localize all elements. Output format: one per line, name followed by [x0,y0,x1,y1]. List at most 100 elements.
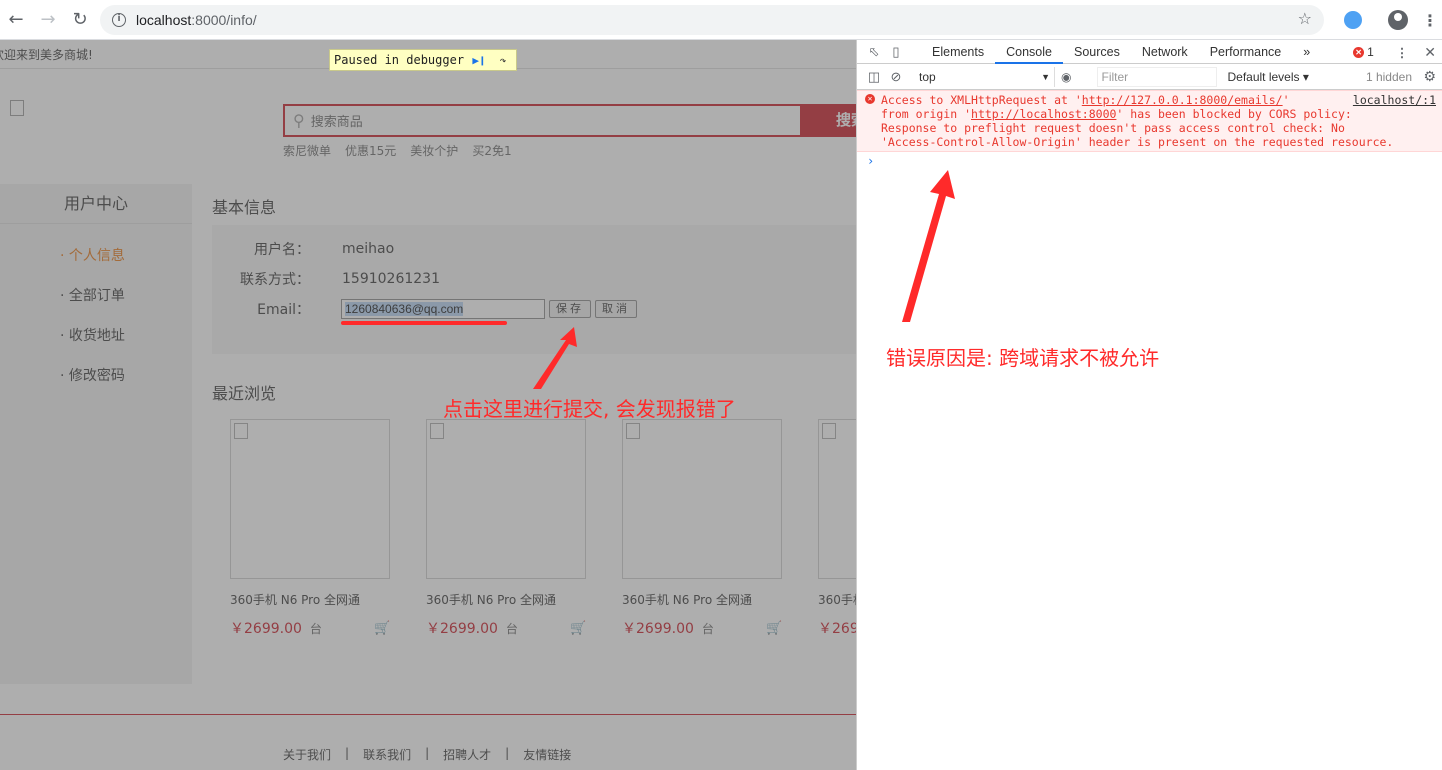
product-name[interactable]: 360手机 N6 Pro 全网通 [426,591,586,608]
hot-link[interactable]: 美妆个护 [410,142,458,159]
basic-info-panel: 用户名： meihao 联系方式： 15910261231 Email： 126… [212,225,856,354]
hot-search-links: 索尼微单 优惠15元 美妆个护 买2免1 [283,142,512,159]
extension-icon[interactable] [1344,11,1362,29]
tab-network[interactable]: Network [1131,40,1199,64]
site-logo-broken-image[interactable] [10,100,24,116]
phone-row: 联系方式： 15910261231 [212,267,856,291]
product-image[interactable] [818,419,856,579]
device-toolbar-icon[interactable]: ▯ [885,41,907,63]
search-icon: ⚲ [293,111,305,130]
product-image[interactable] [426,419,586,579]
console-prompt[interactable]: › [857,152,1442,168]
username-value: meihao [342,241,395,257]
username-label: 用户名： [254,242,310,258]
product-name[interactable]: 360手机 N6 Pro 全网通 [230,591,390,608]
inspect-element-icon[interactable]: ⬁ [863,41,885,63]
live-expression-eye-icon[interactable]: ◉ [1061,70,1071,84]
tab-performance[interactable]: Performance [1199,40,1293,64]
sidebar-item-password[interactable]: · 修改密码 [0,356,192,396]
error-icon: ✕ [1353,46,1365,58]
recent-browse-title: 最近浏览 [212,384,277,403]
product-name[interactable]: 360手机 N6 Pro 全网通 [622,591,782,608]
bookmark-star-icon[interactable]: ☆ [1298,9,1312,28]
product-unit: 台 [505,621,518,636]
footer-separator: | [425,746,430,760]
product-price: ￥2699.00 [426,621,498,637]
add-to-cart-icon[interactable]: 🛒 [766,621,782,636]
cancel-button[interactable]: 取消 [595,300,637,318]
sidebar-title: 用户中心 [0,184,192,224]
hot-link[interactable]: 优惠15元 [345,142,396,159]
devtools-panel: ⬁ ▯ Elements Console Sources Network Per… [856,40,1442,770]
footer-links: 关于我们 | 联系我们 | 招聘人才 | 友情链接 [283,746,571,763]
address-bar[interactable]: i localhost:8000/info/ ☆ [100,5,1324,35]
footer-separator: | [345,746,350,760]
add-to-cart-icon[interactable]: 🛒 [374,621,390,636]
user-center-sidebar: 用户中心 · 个人信息 · 全部订单 · 收货地址 · 修改密码 [0,184,192,684]
debugger-label: Paused in debugger [334,53,465,67]
error-count: 1 [1367,45,1374,59]
reload-icon[interactable]: ↻ [64,4,96,36]
filter-input[interactable]: Filter [1097,66,1218,87]
product-image[interactable] [622,419,782,579]
footer-divider [0,714,856,715]
product-card[interactable]: 360手机 N6 Pro 全网通 ￥2699.00台🛒 [622,419,782,638]
email-field[interactable]: 1260840636@qq.com [341,299,545,319]
back-icon[interactable]: ← [0,4,32,36]
email-label: Email： [257,302,310,318]
email-underline-annotation [341,321,507,325]
search-button[interactable]: 搜索 [800,104,856,137]
sidebar-item-profile[interactable]: · 个人信息 [0,236,192,276]
error-url-link[interactable]: http://127.0.0.1:8000/emails/ [1082,93,1283,107]
product-unit: 台 [701,621,714,636]
reason-note-annotation: 错误原因是: 跨域请求不被允许 [886,346,1160,370]
forward-icon[interactable]: → [32,4,64,36]
add-to-cart-icon[interactable]: 🛒 [570,621,586,636]
sidebar-item-orders[interactable]: · 全部订单 [0,276,192,316]
origin-link[interactable]: http://localhost:8000 [971,107,1116,121]
info-icon[interactable]: i [112,13,126,27]
tab-sources[interactable]: Sources [1063,40,1131,64]
chrome-menu-icon[interactable]: ⋮ [1418,11,1442,30]
phone-value: 15910261231 [342,271,440,287]
close-devtools-icon[interactable]: ✕ [1424,44,1436,61]
basic-info-title: 基本信息 [212,198,277,217]
save-button[interactable]: 保存 [549,300,591,318]
product-unit: 台 [309,621,322,636]
context-select[interactable]: top ▼ [915,66,1055,87]
chevron-down-icon: ▼ [1041,71,1050,82]
search-input[interactable]: ⚲ 搜索商品 [283,104,803,137]
error-count-badge[interactable]: ✕ 1 [1353,45,1374,59]
product-card[interactable]: 360手机 N6 Pro 全网通 ￥2699.00 台 🛒 [426,419,586,638]
sidebar-toggle-icon[interactable]: ◫ [863,66,885,88]
search-placeholder: 搜索商品 [310,115,363,130]
resume-icon[interactable]: ▶❙ [470,52,488,68]
hot-link[interactable]: 买2免1 [472,142,511,159]
tab-elements[interactable]: Elements [921,40,995,64]
footer-separator: | [505,746,510,760]
product-image[interactable] [230,419,390,579]
product-price: ￥2699.00 [230,621,302,637]
product-card[interactable]: 360手机 N6 Pro 全网通 ￥2699.00台🛒 [818,419,856,638]
default-levels-dropdown[interactable]: Default levels ▾ [1227,70,1308,84]
hot-link[interactable]: 索尼微单 [283,142,331,159]
tab-console[interactable]: Console [995,40,1063,64]
devtools-tabbar: ⬁ ▯ Elements Console Sources Network Per… [857,40,1442,64]
click-note-annotation: 点击这里进行提交, 会发现报错了 [443,397,736,421]
footer-link-friends[interactable]: 友情链接 [523,746,571,763]
product-name[interactable]: 360手机 N6 Pro 全网通 [818,591,856,608]
footer-link-jobs[interactable]: 招聘人才 [443,746,491,763]
error-source-link[interactable]: localhost/:1 [1353,93,1436,107]
sidebar-item-address[interactable]: · 收货地址 [0,316,192,356]
footer-link-contact[interactable]: 联系我们 [363,746,411,763]
product-card[interactable]: 360手机 N6 Pro 全网通 ￥2699.00 台 🛒 [230,419,390,638]
profile-avatar-icon[interactable] [1388,10,1408,30]
devtools-menu-icon[interactable]: ⋮ [1396,45,1409,60]
gear-icon[interactable]: ⚙ [1423,68,1436,85]
clear-console-icon[interactable]: ⊘ [885,66,907,88]
console-toolbar: ◫ ⊘ top ▼ ◉ Filter Default levels ▾ 1 hi… [857,64,1442,90]
more-tabs-icon[interactable]: » [1292,40,1321,64]
step-over-icon[interactable]: ↷ [494,52,512,68]
footer-link-about[interactable]: 关于我们 [283,746,331,763]
url-host: localhost [136,12,192,28]
